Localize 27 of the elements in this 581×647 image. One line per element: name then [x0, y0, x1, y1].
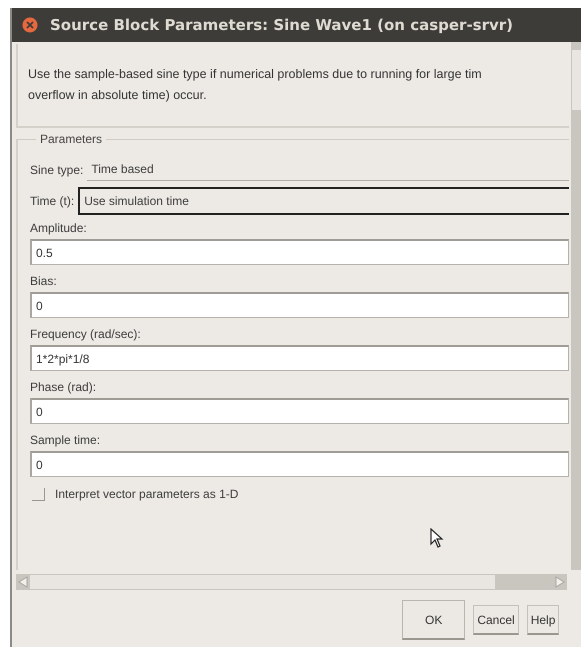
checkbox[interactable]: [32, 488, 45, 500]
field-label: Sample time:: [30, 433, 102, 447]
input-field[interactable]: 0: [30, 451, 569, 477]
field-label: Sine type:: [30, 162, 84, 176]
checkbox-label: Interpret vector parameters as 1-D: [55, 487, 238, 501]
group-legend: Parameters: [36, 132, 106, 146]
dialog-button[interactable]: Cancel: [473, 605, 519, 635]
field-label: Bias:: [30, 274, 58, 288]
input-field[interactable]: 0: [30, 398, 569, 424]
field-label: Phase (rad):: [30, 380, 98, 394]
close-icon[interactable]: [22, 17, 38, 33]
field-label: Frequency (rad/sec):: [30, 327, 142, 341]
sine-type-value: Time based: [87, 158, 569, 181]
description-text: overflow in absolute time) occur.: [28, 87, 208, 104]
mouse-cursor-icon: [430, 528, 444, 548]
ok-button[interactable]: OK: [402, 600, 466, 640]
input-field[interactable]: 0: [30, 292, 569, 318]
dialog-button[interactable]: Help: [526, 605, 560, 635]
field-label: Time (t):: [30, 194, 74, 208]
window-title: Source Block Parameters: Sine Wave1 (on casper-srvr): [50, 16, 514, 34]
input-field[interactable]: 0.5: [30, 239, 569, 265]
time-dropdown[interactable]: Use simulation time: [78, 187, 569, 215]
input-field[interactable]: 1*2*pi*1/8: [30, 345, 569, 371]
field-label: Amplitude:: [30, 221, 88, 235]
description-text: Use the sample-based sine type if numerical problems due to running for large tim: [28, 66, 483, 83]
horizontal-scrollbar[interactable]: [16, 574, 567, 590]
vertical-scrollbar[interactable]: [571, 42, 581, 570]
